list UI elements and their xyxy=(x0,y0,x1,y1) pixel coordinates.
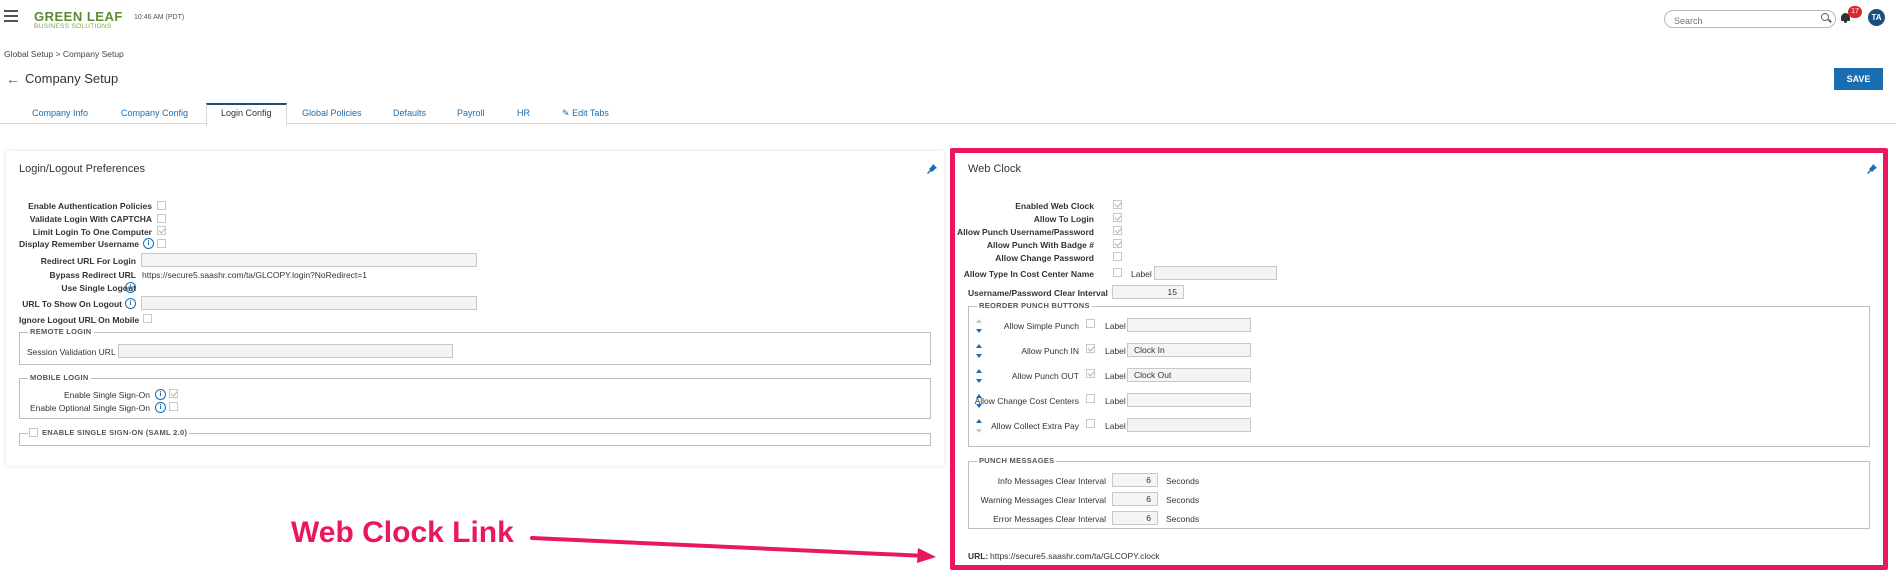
back-arrow-icon[interactable]: ← xyxy=(6,72,20,86)
user-avatar[interactable]: TA xyxy=(1868,9,1885,26)
enable-auth-policies-checkbox[interactable] xyxy=(157,201,166,210)
info-icon[interactable]: i xyxy=(125,282,136,293)
saml-sso-checkbox[interactable] xyxy=(29,428,38,437)
tab-company-info[interactable]: Company Info xyxy=(18,106,102,123)
info-icon[interactable]: i xyxy=(143,238,154,249)
tab-global-policies[interactable]: Global Policies xyxy=(288,106,376,123)
info-icon[interactable]: i xyxy=(155,402,166,413)
tab-login-config[interactable]: Login Config xyxy=(206,103,287,126)
annotation-arrow-icon xyxy=(530,536,936,563)
menu-icon[interactable] xyxy=(4,10,18,22)
tab-hr[interactable]: HR xyxy=(503,106,544,123)
pencil-icon: ✎ xyxy=(562,108,570,118)
pin-icon[interactable] xyxy=(927,164,937,174)
limit-one-computer-label: Limit Login To One Computer xyxy=(32,227,152,237)
display-remember-label: Display Remember Username xyxy=(19,239,140,249)
saml-sso-legend: ENABLE SINGLE SIGN-ON (SAML 2.0) xyxy=(28,428,190,437)
remote-login-legend: REMOTE LOGIN xyxy=(28,327,94,336)
tab-bar: Company Info Company Config Login Config… xyxy=(0,103,1896,126)
validate-captcha-checkbox[interactable] xyxy=(157,214,166,223)
saml-sso-section: ENABLE SINGLE SIGN-ON (SAML 2.0) xyxy=(19,428,931,446)
enable-optional-sso-checkbox[interactable] xyxy=(169,402,178,411)
info-icon[interactable]: i xyxy=(155,389,166,400)
redirect-url-login-input[interactable] xyxy=(141,253,477,267)
tab-edit-tabs[interactable]: ✎ Edit Tabs xyxy=(548,106,623,123)
remote-login-section: REMOTE LOGIN Session Validation URL xyxy=(19,327,931,365)
url-on-logout-input[interactable] xyxy=(141,296,477,310)
search-box[interactable] xyxy=(1664,10,1836,28)
enable-optional-sso-label: Enable Optional Single Sign-On xyxy=(29,403,150,413)
url-on-logout-label: URL To Show On Logout xyxy=(22,299,122,309)
breadcrumb: Global Setup > Company Setup xyxy=(4,49,124,59)
web-clock-highlight-box xyxy=(950,148,1888,570)
company-logo: GREEN LEAF BUSINESS SOLUTIONS xyxy=(34,9,123,30)
tab-company-config[interactable]: Company Config xyxy=(107,106,202,123)
search-icon[interactable] xyxy=(1821,13,1829,21)
login-panel-title: Login/Logout Preferences xyxy=(19,163,145,175)
save-button[interactable]: SAVE xyxy=(1834,68,1883,90)
info-icon[interactable]: i xyxy=(125,298,136,309)
validate-captcha-label: Validate Login With CAPTCHA xyxy=(29,214,152,224)
mobile-login-section: MOBILE LOGIN Enable Single Sign-On i Ena… xyxy=(19,373,931,419)
session-validation-input[interactable] xyxy=(118,344,453,358)
enable-sso-checkbox[interactable] xyxy=(169,389,178,398)
mobile-login-legend: MOBILE LOGIN xyxy=(28,373,91,382)
annotation-label: Web Clock Link xyxy=(291,516,514,549)
current-time: 10:46 AM (PDT) xyxy=(134,14,185,21)
notification-count-badge: 17 xyxy=(1848,6,1862,18)
login-logout-panel: Login/Logout Preferences Enable Authenti… xyxy=(6,151,944,466)
display-remember-checkbox[interactable] xyxy=(157,239,166,248)
session-validation-label: Session Validation URL xyxy=(27,347,116,357)
limit-one-computer-checkbox[interactable] xyxy=(157,226,166,235)
redirect-url-login-label: Redirect URL For Login xyxy=(40,256,136,266)
tab-defaults[interactable]: Defaults xyxy=(379,106,440,123)
enable-sso-label: Enable Single Sign-On xyxy=(63,390,150,400)
ignore-logout-mobile-checkbox[interactable] xyxy=(143,314,152,323)
bypass-redirect-label: Bypass Redirect URL xyxy=(49,270,136,280)
ignore-logout-mobile-label: Ignore Logout URL On Mobile xyxy=(19,315,140,325)
tab-payroll[interactable]: Payroll xyxy=(443,106,499,123)
search-input[interactable] xyxy=(1674,14,1814,28)
page-title: Company Setup xyxy=(25,71,119,86)
enable-auth-policies-label: Enable Authentication Policies xyxy=(28,201,152,211)
bypass-redirect-value: https://secure5.saashr.com/ta/GLCOPY.log… xyxy=(142,270,367,280)
